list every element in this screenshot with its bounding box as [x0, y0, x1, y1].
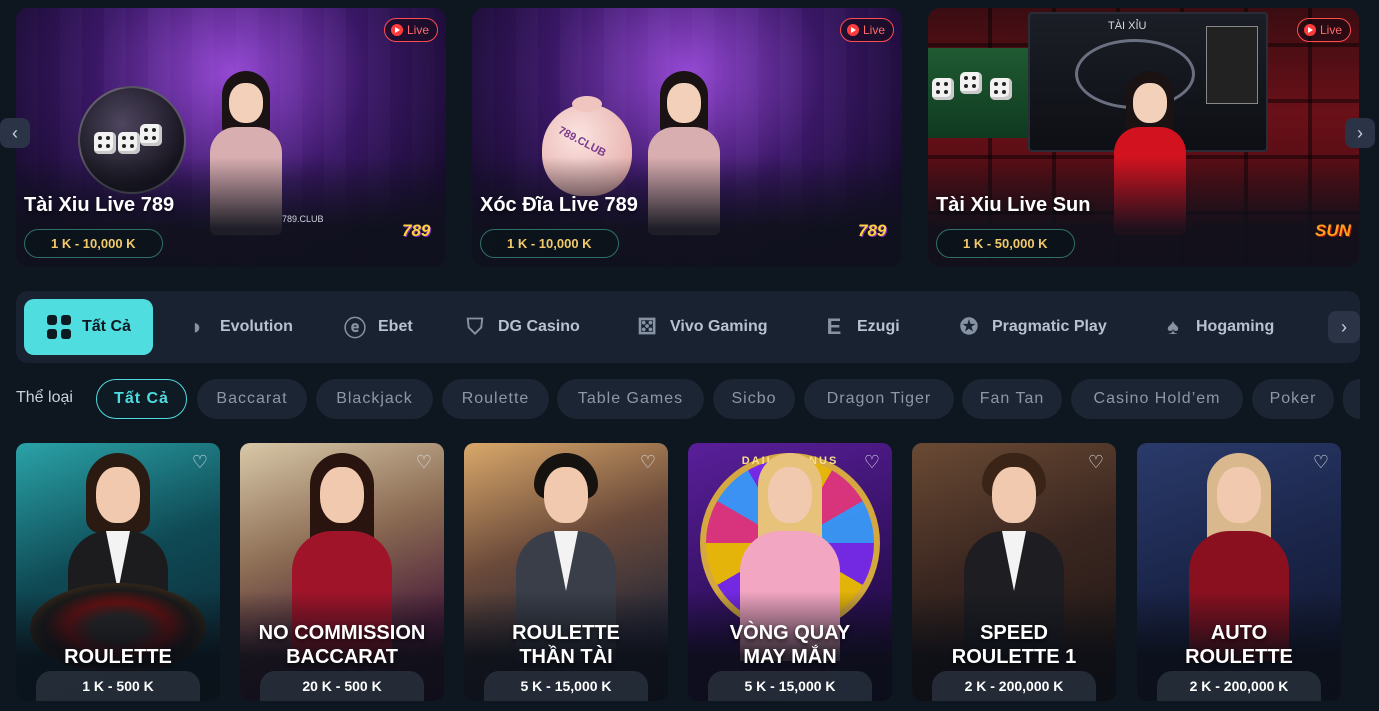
provider-tab-evolution[interactable]: ◗ Evolution	[184, 299, 293, 355]
sun-win-logo: SUN	[1315, 221, 1351, 240]
carousel-next-button[interactable]: ›	[1345, 118, 1375, 148]
game-title: SPEED ROULETTE 1	[951, 622, 1077, 668]
carousel-prev-button[interactable]: ‹	[0, 118, 30, 148]
live-card-tai-xiu-sun[interactable]: TÀI XỈU Live Tài Xiu Live Sun 1 K - 50,0…	[928, 8, 1359, 267]
live-card-xoc-dia-789[interactable]: 789.CLUB Live Xóc Đĩa Live 789 1 K - 10,…	[472, 8, 902, 267]
category-chip-sicbo[interactable]: Sicbo	[713, 379, 795, 419]
provider-tab-dg-casino[interactable]: ⛉ DG Casino	[462, 299, 580, 355]
789-club-logo: 789	[858, 221, 887, 240]
live-play-icon	[846, 24, 859, 36]
grid-icon	[46, 314, 72, 340]
casino-page: ‹ 789.CLUB Live Tài Xiu Live 789 1 K - 1…	[0, 0, 1379, 711]
provider-tab-all[interactable]: Tất Cả	[24, 299, 153, 355]
provider-label: Pragmatic Play	[992, 318, 1107, 335]
live-card-bet-range: 1 K - 50,000 K	[936, 229, 1075, 258]
game-bet-range: 20 K - 500 K	[260, 671, 424, 701]
category-chip-dragon-tiger[interactable]: Dragon Tiger	[804, 379, 954, 419]
provider-tab-hogaming[interactable]: ♠ Hogaming	[1160, 299, 1274, 355]
game-title: ROULETTE	[64, 646, 172, 668]
favorite-heart-icon[interactable]: ♡	[1086, 453, 1106, 471]
game-card-roulette-than-tai[interactable]: ♡ ROULETTE THẦN TÀI 5 K - 15,000 K	[464, 443, 668, 701]
category-chip-roulette[interactable]: Roulette	[442, 379, 549, 419]
live-card-title: Xóc Đĩa Live 789	[480, 194, 638, 216]
live-card-bet-range: 1 K - 10,000 K	[24, 229, 163, 258]
favorite-heart-icon[interactable]: ♡	[862, 453, 882, 471]
category-chip-all[interactable]: Tất Cả	[96, 379, 187, 419]
category-chip-fan-tan[interactable]: Fan Tan	[962, 379, 1062, 419]
live-badge: Live	[383, 18, 438, 42]
game-title: AUTO ROULETTE	[1185, 622, 1293, 668]
category-label: Thể loại	[16, 389, 73, 406]
live-play-icon	[390, 24, 403, 36]
category-chip-partial[interactable]	[1343, 379, 1360, 419]
pragmatic-play-icon: ✪	[959, 314, 979, 339]
game-title: NO COMMISSION BACCARAT	[258, 622, 426, 668]
game-card-auto-roulette[interactable]: ♡ AUTO ROULETTE 2 K - 200,000 K	[1137, 443, 1341, 701]
ezugi-icon: E	[826, 314, 842, 339]
chevron-right-icon: ›	[1341, 316, 1347, 337]
game-card-speed-roulette-1[interactable]: ♡ SPEED ROULETTE 1 2 K - 200,000 K	[912, 443, 1116, 701]
game-bet-range: 5 K - 15,000 K	[484, 671, 648, 701]
game-bet-range: 2 K - 200,000 K	[932, 671, 1096, 701]
provider-label: Hogaming	[1196, 318, 1275, 335]
live-card-bet-range: 1 K - 10,000 K	[480, 229, 619, 258]
hogaming-icon: ♠	[1167, 314, 1179, 339]
live-card-title: Tài Xiu Live 789	[24, 194, 175, 216]
chevron-left-icon: ‹	[12, 123, 18, 143]
provider-label: DG Casino	[498, 318, 580, 335]
table-watermark: 789.CLUB	[282, 214, 324, 224]
game-card-vong-quay-may-man[interactable]: DAILY BONUS ♡ VÒNG QUAY MAY MẮN 5 K - 15,…	[688, 443, 892, 701]
provider-label: Ebet	[378, 318, 413, 335]
favorite-heart-icon[interactable]: ♡	[1311, 453, 1331, 471]
live-carousel: ‹ 789.CLUB Live Tài Xiu Live 789 1 K - 1…	[0, 0, 1379, 270]
chevron-right-icon: ›	[1357, 123, 1363, 143]
provider-tab-ebet[interactable]: ⓔ Ebet	[342, 299, 413, 355]
favorite-heart-icon[interactable]: ♡	[190, 453, 210, 471]
game-bet-range: 1 K - 500 K	[36, 671, 200, 701]
game-card-no-commission-baccarat[interactable]: ♡ NO COMMISSION BACCARAT 20 K - 500 K	[240, 443, 444, 701]
provider-tab-pragmatic-play[interactable]: ✪ Pragmatic Play	[956, 299, 1107, 355]
live-card-title: Tài Xiu Live Sun	[936, 194, 1091, 216]
vivo-gaming-icon: ⚄	[637, 314, 657, 339]
789-club-logo: 789	[402, 221, 431, 240]
category-chip-casino-holdem[interactable]: Casino Hold’em	[1071, 379, 1243, 419]
category-chip-blackjack[interactable]: Blackjack	[316, 379, 433, 419]
category-chip-table-games[interactable]: Table Games	[557, 379, 704, 419]
provider-label: Vivo Gaming	[670, 318, 768, 335]
provider-label: Ezugi	[857, 318, 900, 335]
dg-casino-icon: ⛉	[466, 314, 484, 339]
category-chip-poker[interactable]: Poker	[1252, 379, 1334, 419]
game-title: VÒNG QUAY MAY MẮN	[729, 622, 851, 668]
game-bet-range: 2 K - 200,000 K	[1157, 671, 1321, 701]
evolution-icon: ◗	[190, 314, 204, 339]
favorite-heart-icon[interactable]: ♡	[414, 453, 434, 471]
game-title: ROULETTE THẦN TÀI	[512, 622, 620, 668]
provider-tab-ezugi[interactable]: E Ezugi	[821, 299, 900, 355]
live-card-tai-xiu-789[interactable]: 789.CLUB Live Tài Xiu Live 789 1 K - 10,…	[16, 8, 446, 267]
provider-filter-bar: Tất Cả ◗ Evolution ⓔ Ebet ⛉ DG Casino ⚄ …	[16, 291, 1360, 363]
provider-label: Evolution	[220, 318, 293, 335]
provider-label: Tất Cả	[82, 318, 131, 335]
game-card-roulette[interactable]: ♡ ROULETTE 1 K - 500 K	[16, 443, 220, 701]
provider-next-button[interactable]: ›	[1328, 311, 1360, 343]
category-filter-row: Thể loại Tất Cả Baccarat Blackjack Roule…	[16, 379, 1360, 419]
favorite-heart-icon[interactable]: ♡	[638, 453, 658, 471]
provider-tab-vivo-gaming[interactable]: ⚄ Vivo Gaming	[634, 299, 768, 355]
game-bet-range: 5 K - 15,000 K	[708, 671, 872, 701]
live-badge: Live	[1296, 18, 1351, 42]
live-badge: Live	[839, 18, 894, 42]
ebet-icon: ⓔ	[343, 316, 366, 341]
live-play-icon	[1303, 24, 1316, 36]
category-chip-baccarat[interactable]: Baccarat	[197, 379, 307, 419]
